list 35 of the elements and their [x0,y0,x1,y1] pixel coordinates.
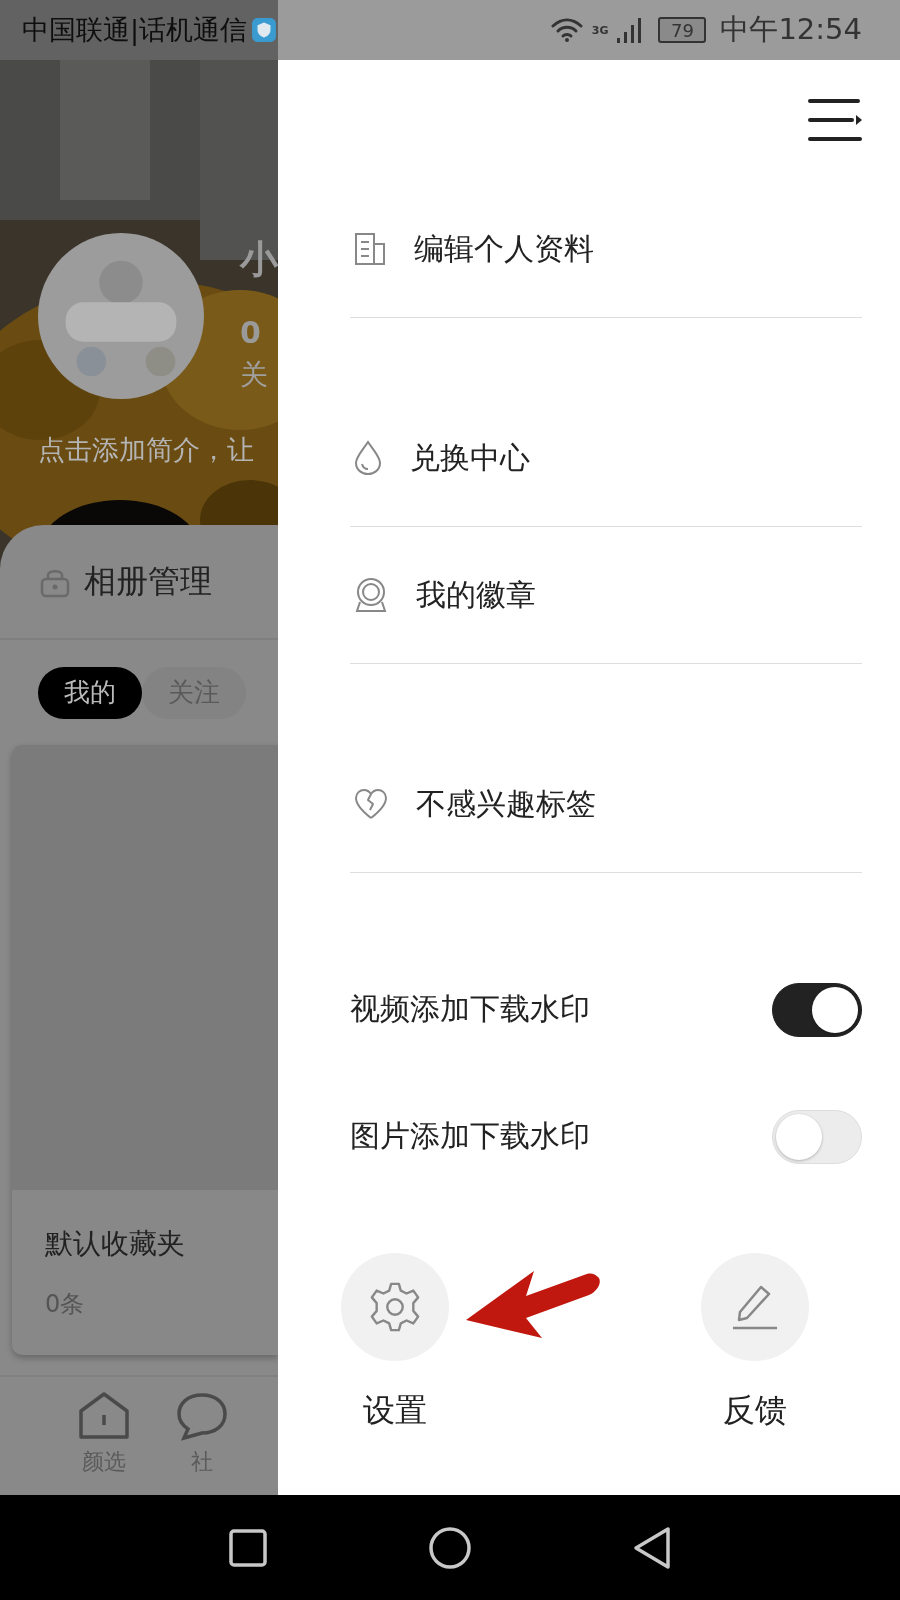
network-type: 3G [591,24,609,37]
pencil-icon [731,1283,779,1331]
wifi-icon [549,17,584,43]
toggle-label: 视频添加下载水印 [350,990,590,1028]
back-icon[interactable] [632,1525,672,1570]
drop-icon [354,440,382,476]
home-icon [78,1391,130,1441]
toggle-switch[interactable] [772,982,862,1037]
user-name: 小 [240,236,278,283]
chat-icon [176,1391,228,1441]
bio-prompt: 点击添加简介，让 [38,433,255,467]
settings-icon [368,1280,422,1334]
menu-item[interactable]: 不感兴趣标签 [350,736,862,873]
menu-item[interactable]: 我的徽章 [350,527,862,664]
badge-icon [354,577,388,613]
recent-apps-icon[interactable] [228,1527,268,1568]
follow-label: 关 [240,357,269,393]
action-label: 设置 [363,1390,427,1431]
follow-count: 0 [240,315,262,350]
menu-icon[interactable] [808,97,862,142]
shield-icon [251,17,278,43]
tab[interactable]: 我的 [38,666,142,719]
album-management[interactable]: 相册管理 [84,559,212,604]
battery-indicator: 79 [658,17,707,43]
folder-title: 默认收藏夹 [45,1226,186,1262]
document-icon [354,232,386,266]
toggle-label: 图片添加下载水印 [350,1117,590,1155]
menu-item[interactable]: 兑换中心 [350,390,862,527]
clock: 中午12:54 [720,11,862,48]
menu-item[interactable]: 编辑个人资料 [350,181,862,318]
carrier-name: 中国联通|话机通信 [22,13,248,48]
action-label: 反馈 [723,1390,787,1431]
home-button-icon[interactable] [428,1525,472,1570]
broken-heart-icon [354,788,388,820]
signal-icon [616,16,643,44]
